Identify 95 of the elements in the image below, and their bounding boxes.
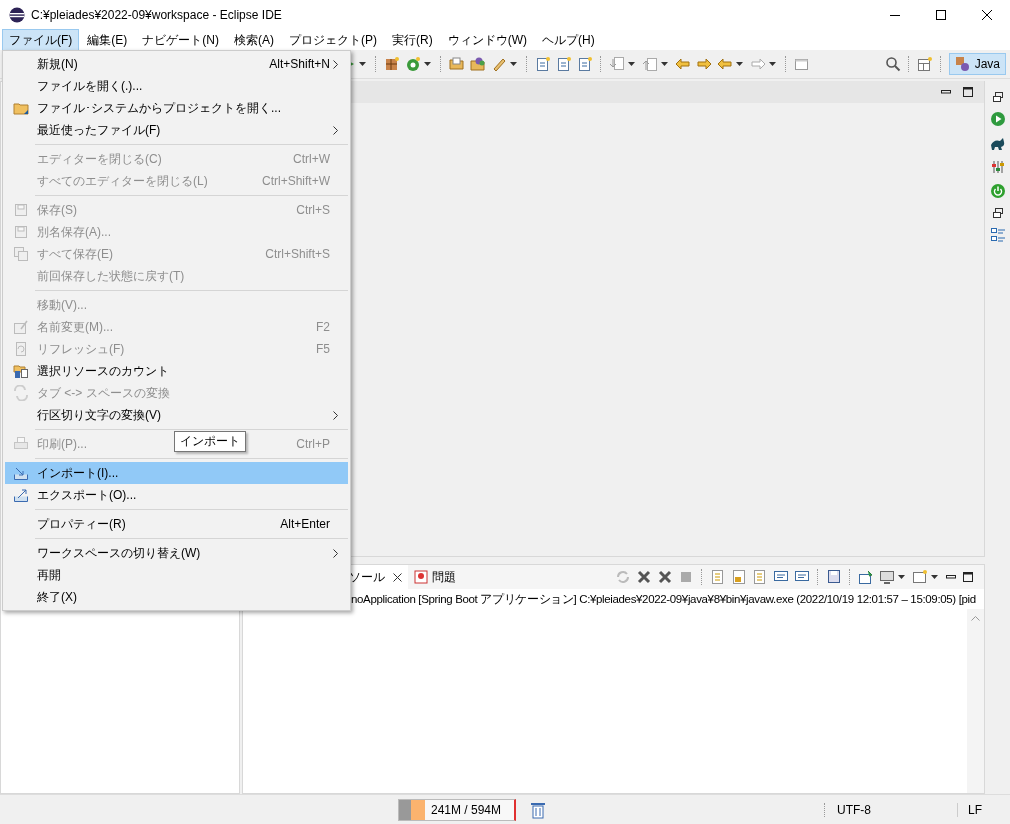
import-icon — [13, 465, 29, 481]
problems-icon — [414, 570, 428, 584]
new-script-icon[interactable] — [577, 56, 593, 72]
menu-bar-item[interactable]: ウィンドウ(W) — [440, 29, 534, 51]
back-edit-icon[interactable] — [675, 56, 691, 72]
view-tab[interactable]: 問題 — [408, 565, 462, 589]
run-icon[interactable] — [989, 111, 1006, 127]
open-project-icon[interactable] — [470, 56, 486, 72]
menu-item[interactable]: エクスポート(O)... — [37, 487, 137, 502]
menu-bar-item[interactable]: 検索(A) — [227, 29, 281, 51]
sliders-icon[interactable] — [989, 159, 1006, 175]
open-perspective-icon[interactable] — [916, 56, 933, 72]
new-java-file-icon[interactable] — [556, 56, 572, 72]
menu-item[interactable]: 新規(N) — [37, 56, 78, 71]
menu-item[interactable]: プロパティー(R) — [37, 516, 126, 531]
package-icon[interactable] — [384, 56, 400, 72]
save-icon — [13, 224, 29, 240]
pen-icon[interactable] — [491, 56, 507, 72]
shortcut-label: Ctrl+S — [296, 203, 330, 217]
restore-icon[interactable] — [991, 207, 1004, 219]
menu-item[interactable]: 選択リソースのカウント — [37, 363, 169, 378]
menu-item[interactable]: ファイルを開く(.)... — [37, 78, 143, 93]
menu-bar-item[interactable]: ヘルプ(H) — [535, 29, 602, 51]
caret-icon[interactable] — [424, 62, 431, 66]
open-folder-icon[interactable] — [449, 56, 465, 72]
trash-icon[interactable] — [530, 800, 546, 819]
save-icon — [13, 202, 29, 218]
java-perspective-button[interactable]: Java — [948, 53, 1006, 75]
menu-bar-item[interactable]: ファイル(F) — [2, 29, 80, 51]
menu-item[interactable]: 終了(X) — [37, 589, 77, 604]
forward-edit-icon[interactable] — [696, 56, 712, 72]
folder-icon — [13, 100, 29, 116]
caret-icon[interactable] — [931, 575, 938, 579]
caret-icon[interactable] — [769, 62, 776, 66]
scroll-bar[interactable] — [967, 609, 984, 793]
eclipse-icon — [9, 7, 25, 23]
shortcut-label: Ctrl+P — [296, 437, 330, 451]
outline-icon[interactable] — [989, 227, 1006, 243]
close-icon[interactable] — [393, 572, 402, 582]
save-icon[interactable] — [826, 569, 842, 585]
menu-item[interactable]: インポート(I)... — [5, 462, 348, 484]
remove-launch-icon[interactable] — [636, 569, 652, 585]
maximize-icon[interactable] — [962, 571, 974, 583]
caret-icon[interactable] — [510, 62, 517, 66]
caret-icon[interactable] — [736, 62, 743, 66]
convert-icon — [13, 385, 29, 401]
close-icon — [982, 10, 992, 20]
refresh-icon — [13, 341, 29, 357]
shortcut-label: Alt+Shift+N — [269, 57, 330, 71]
menu-bar-item[interactable]: 実行(R) — [385, 29, 440, 51]
line-delimiter-label: LF — [957, 802, 1010, 817]
menu-bar-item[interactable]: 編集(E) — [80, 29, 135, 51]
new-class-icon[interactable] — [405, 56, 421, 72]
shortcut-label: Ctrl+W — [293, 152, 330, 166]
perspective-icon — [954, 56, 971, 72]
shortcut-label: Ctrl+Shift+S — [265, 247, 330, 261]
display-console-icon[interactable] — [879, 569, 895, 585]
maximize-icon — [936, 10, 946, 20]
heap-usage-text: 241M / 594M — [431, 802, 502, 817]
power-icon[interactable] — [989, 183, 1006, 199]
caret-icon[interactable] — [661, 62, 668, 66]
export-icon — [13, 487, 29, 503]
count-icon — [13, 363, 29, 379]
new-file-icon[interactable] — [535, 56, 551, 72]
encoding-label: UTF-8 — [824, 802, 957, 817]
save-all-icon — [13, 246, 29, 262]
window-title: C:¥pleiades¥2022-09¥workspace - Eclipse IDE — [31, 8, 283, 22]
caret-icon[interactable] — [628, 62, 635, 66]
menu-item[interactable]: 行区切り文字の変換(V) — [37, 407, 161, 422]
clear-console-icon[interactable] — [710, 569, 726, 585]
tooltip: インポート — [174, 431, 246, 452]
menu-item[interactable]: 再開 — [37, 567, 61, 582]
printer-icon — [13, 436, 29, 452]
word-wrap-icon[interactable] — [752, 569, 768, 585]
caret-icon[interactable] — [359, 62, 366, 66]
open-console-icon[interactable] — [912, 569, 928, 585]
menu-item[interactable]: ワークスペースの切り替え(W) — [37, 545, 201, 560]
heap-status-bar[interactable]: 241M / 594M — [398, 798, 516, 821]
shortcut-label: Ctrl+Shift+W — [262, 174, 330, 188]
menu-item[interactable]: 最近使ったファイル(F) — [37, 122, 161, 137]
search-icon[interactable] — [884, 56, 901, 72]
shortcut-label: F5 — [316, 342, 330, 356]
remove-all-icon[interactable] — [657, 569, 673, 585]
shortcut-label: F2 — [316, 320, 330, 334]
shortcut-label: Alt+Enter — [280, 517, 330, 531]
back-arrow-icon[interactable] — [717, 56, 733, 72]
pin-console-icon[interactable] — [858, 569, 874, 585]
rename-icon — [13, 319, 29, 335]
restore-icon[interactable] — [991, 91, 1004, 103]
console-output-line: noApplication [Spring Boot アプリケーション] C:¥pleiades¥2022-09¥java¥8¥bin¥javaw.exe (2022/10/19 12:01:57 – 15:09:05) [pid — [350, 592, 977, 607]
menu-item[interactable]: ファイル･システムからプロジェクトを開く... — [37, 100, 281, 115]
caret-icon[interactable] — [898, 575, 905, 579]
maximize-icon[interactable] — [962, 86, 974, 98]
menu-bar-item[interactable]: ナビゲート(N) — [135, 29, 226, 51]
menu-bar-item[interactable]: プロジェクト(P) — [282, 29, 384, 51]
